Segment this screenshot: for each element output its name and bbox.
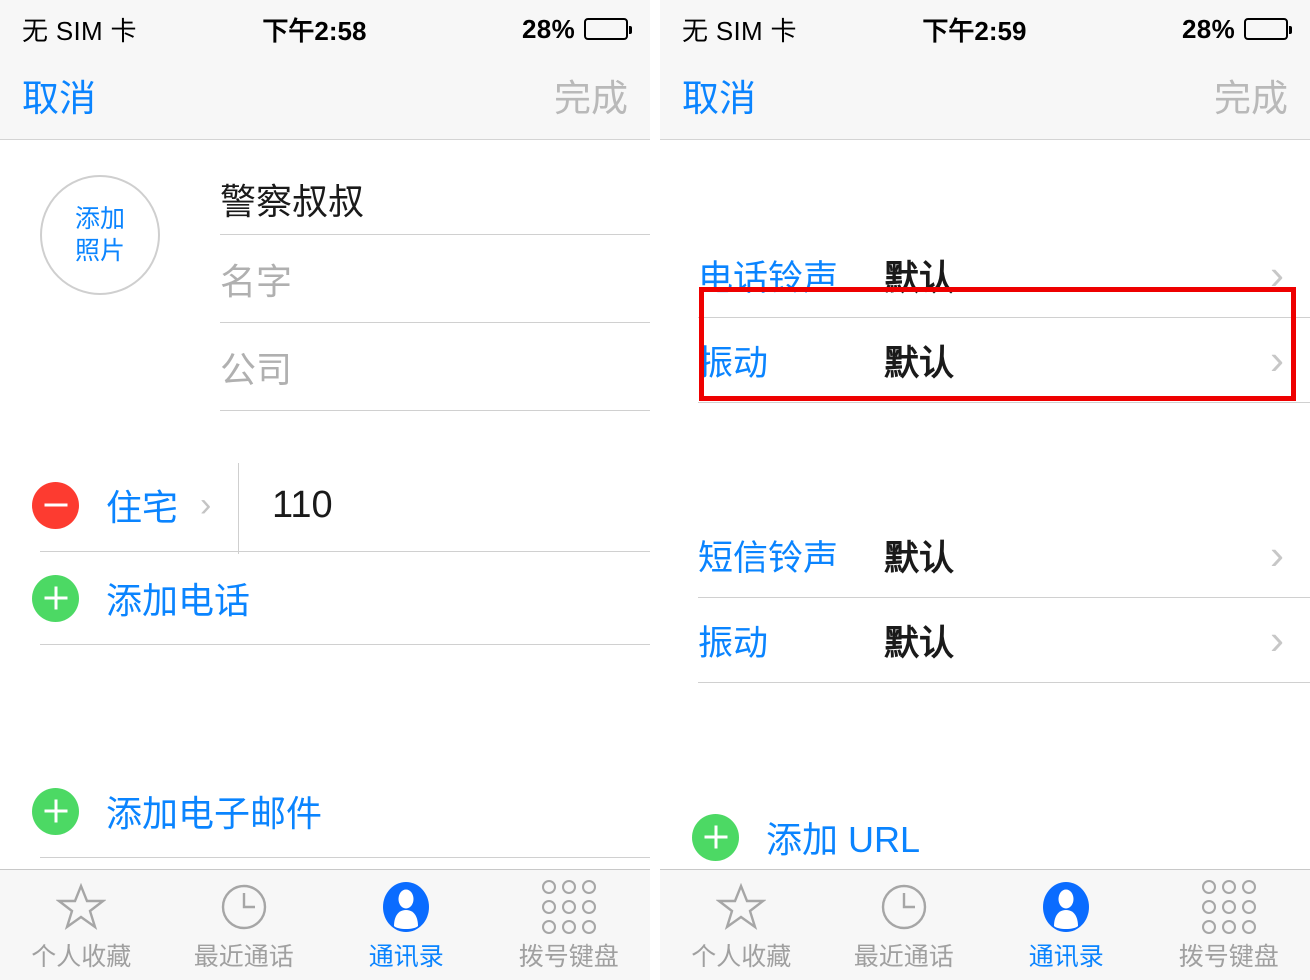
nav-bar: 取消 完成: [660, 58, 1310, 140]
firstname-field[interactable]: 名字: [220, 235, 650, 323]
ringtone-form: 电话铃声 默认 › 振动 默认 › 短信铃声 默认 › 振动 默认 › 添加 U…: [660, 141, 1310, 884]
chevron-right-icon: ›: [200, 485, 212, 524]
tab-keypad-label: 拨号键盘: [1178, 943, 1279, 971]
battery-percent-label: 28%: [522, 13, 575, 44]
tab-recents[interactable]: 最近通话: [163, 870, 326, 980]
contacts-person-icon: [383, 881, 430, 933]
clock-icon: [879, 881, 929, 933]
tab-keypad-label: 拨号键盘: [518, 943, 619, 971]
tab-contacts[interactable]: 通讯录: [325, 870, 488, 980]
tab-recents-label: 最近通话: [193, 943, 294, 971]
done-button[interactable]: 完成: [1214, 68, 1288, 122]
tab-keypad[interactable]: 拨号键盘: [488, 870, 651, 980]
add-url-label[interactable]: 添加 URL: [766, 811, 920, 863]
remove-icon[interactable]: [32, 481, 79, 529]
add-photo-line2: 照片: [74, 237, 125, 265]
tab-contacts-label: 通讯录: [368, 943, 444, 971]
add-icon[interactable]: [692, 813, 739, 861]
sms-vibration-value: 默认: [884, 623, 955, 663]
add-photo-button[interactable]: 添加 照片: [40, 175, 160, 295]
chevron-right-icon: ›: [1270, 251, 1284, 298]
divider: [40, 857, 650, 858]
clock-label: 下午2:58: [262, 15, 367, 46]
row-sms-vibration[interactable]: 振动 默认 ›: [698, 598, 1310, 682]
battery-percent-label: 28%: [1182, 13, 1235, 44]
add-photo-line1: 添加: [74, 205, 125, 233]
add-phone-label[interactable]: 添加电话: [106, 572, 250, 624]
sms-ringtone-label: 短信铃声: [698, 538, 839, 578]
chevron-right-icon: ›: [1270, 336, 1284, 383]
carrier-label: 无 SIM 卡: [682, 15, 797, 46]
add-icon[interactable]: [32, 787, 79, 835]
cancel-button[interactable]: 取消: [682, 68, 756, 122]
row-phone-vibration[interactable]: 振动 默认 ›: [698, 318, 1310, 402]
add-email-label[interactable]: 添加电子邮件: [106, 785, 322, 837]
star-icon: [716, 881, 767, 933]
tab-contacts[interactable]: 通讯录: [985, 870, 1148, 980]
status-bar: 无 SIM 卡 下午2:58 28%: [0, 0, 650, 58]
phone-vibration-label: 振动: [698, 343, 769, 383]
tab-recents[interactable]: 最近通话: [823, 870, 986, 980]
tab-favorites[interactable]: 个人收藏: [660, 870, 823, 980]
sms-ringtone-value: 默认: [884, 538, 955, 578]
lastname-value: 警察叔叔: [220, 180, 365, 222]
left-screen-new-contact: 无 SIM 卡 下午2:58 28% 取消 完成 添加 照片 警察叔叔 名字 公…: [0, 0, 650, 980]
chevron-right-icon: ›: [1270, 616, 1284, 663]
carrier-label: 无 SIM 卡: [22, 15, 137, 46]
phone-ringtone-value: 默认: [884, 258, 955, 298]
nav-bar: 取消 完成: [0, 58, 650, 140]
add-icon[interactable]: [32, 574, 79, 622]
tab-favorites-label: 个人收藏: [31, 943, 132, 971]
lastname-field[interactable]: 警察叔叔: [220, 163, 650, 235]
contacts-person-icon: [1043, 881, 1090, 933]
dual-screenshot-container: 无 SIM 卡 下午2:58 28% 取消 完成 添加 照片 警察叔叔 名字 公…: [0, 0, 1310, 980]
row-vertical-divider: [238, 463, 239, 554]
phone-ringtone-label: 电话铃声: [698, 258, 839, 298]
tab-bar: 个人收藏 最近通话 通讯录 拨号键盘: [0, 869, 650, 980]
phone-label[interactable]: 住宅: [106, 479, 178, 531]
keypad-icon: [1201, 880, 1256, 934]
keypad-icon: [541, 880, 596, 934]
tab-contacts-label: 通讯录: [1028, 943, 1104, 971]
tab-recents-label: 最近通话: [853, 943, 954, 971]
battery-status: 28%: [522, 13, 632, 45]
company-field[interactable]: 公司: [220, 323, 650, 411]
battery-icon: [1244, 18, 1292, 40]
star-icon: [56, 881, 107, 933]
done-button[interactable]: 完成: [554, 68, 628, 122]
row-phone-ringtone[interactable]: 电话铃声 默认 ›: [698, 233, 1310, 317]
row-sms-ringtone[interactable]: 短信铃声 默认 ›: [698, 513, 1310, 597]
contact-header-block: 添加 照片 警察叔叔 名字 公司: [0, 141, 650, 411]
add-email-row[interactable]: 添加电子邮件: [0, 765, 650, 857]
name-fields-group: 警察叔叔 名字 公司: [220, 163, 650, 411]
screen-gap: [650, 0, 660, 980]
phone-row-home[interactable]: 住宅 › 110: [0, 459, 650, 554]
tab-bar: 个人收藏 最近通话 通讯录 拨号键盘: [660, 869, 1310, 980]
phone-number-value[interactable]: 110: [272, 484, 333, 527]
battery-status: 28%: [1182, 13, 1292, 45]
tab-keypad[interactable]: 拨号键盘: [1148, 870, 1310, 980]
right-screen-ringtone-settings: 无 SIM 卡 下午2:59 28% 取消 完成 电话铃声 默认 › 振动 默认…: [660, 0, 1310, 980]
clock-icon: [219, 881, 269, 933]
firstname-placeholder: 名字: [220, 260, 293, 302]
cancel-button[interactable]: 取消: [22, 68, 96, 122]
clock-label: 下午2:59: [922, 15, 1027, 46]
status-bar: 无 SIM 卡 下午2:59 28%: [660, 0, 1310, 58]
tab-favorites[interactable]: 个人收藏: [0, 870, 163, 980]
phone-vibration-value: 默认: [884, 343, 955, 383]
battery-icon: [584, 18, 632, 40]
contact-form: 添加 照片 警察叔叔 名字 公司 住宅 › 110 添加电话 添加电子邮件: [0, 141, 650, 870]
sms-vibration-label: 振动: [698, 623, 769, 663]
tab-favorites-label: 个人收藏: [691, 943, 792, 971]
company-placeholder: 公司: [220, 348, 293, 390]
chevron-right-icon: ›: [1270, 531, 1284, 578]
add-phone-row[interactable]: 添加电话: [0, 552, 650, 644]
